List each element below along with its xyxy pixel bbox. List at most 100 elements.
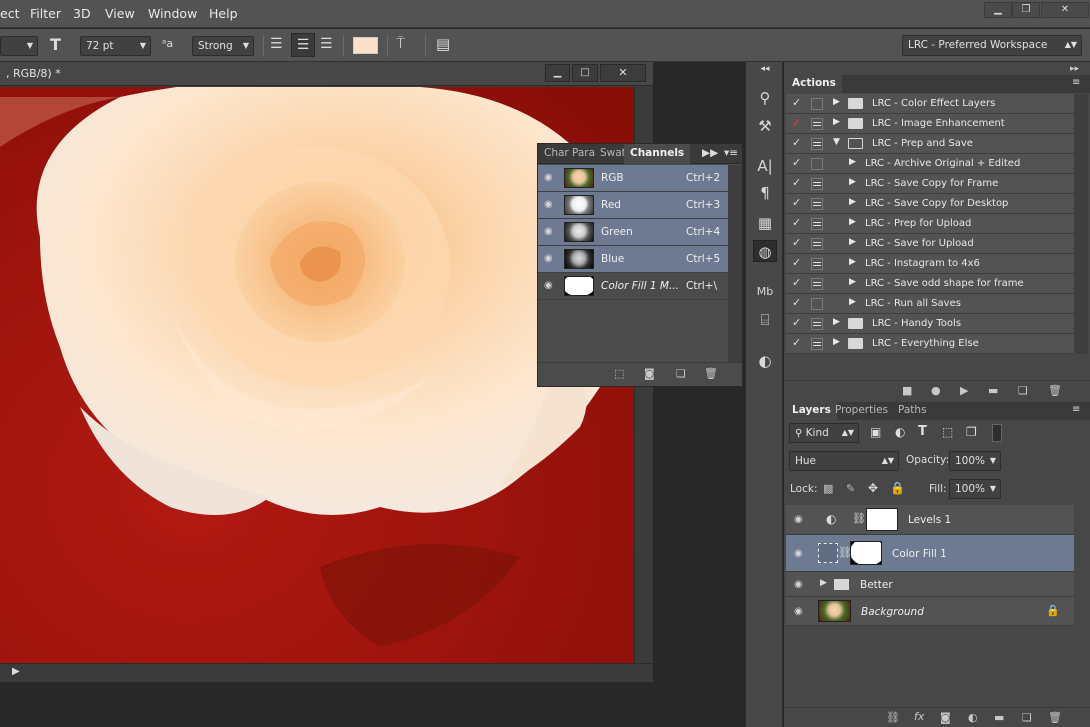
tab-paragraph[interactable]: Para (572, 147, 595, 159)
new-set-icon[interactable]: ▬ (988, 384, 998, 397)
measurement-icon[interactable]: ⌸ (753, 309, 777, 331)
align-left-icon[interactable]: ☰ (270, 36, 283, 52)
character-icon[interactable]: A| (753, 155, 777, 177)
eye-icon[interactable]: ◉ (794, 514, 803, 525)
menu-3d[interactable]: 3D (73, 6, 91, 21)
expand-action-icon[interactable]: ▶ (849, 177, 856, 187)
channel-row-green[interactable]: ◉ Green Ctrl+4 (538, 219, 728, 246)
tab-paths[interactable]: Paths (898, 404, 927, 416)
dialog-toggle-box[interactable] (811, 298, 823, 310)
channels-icon[interactable]: ◍ (753, 240, 777, 262)
layer-row-levels[interactable]: ◉ ◐ ⛓ Levels 1 (786, 505, 1074, 535)
scroll-right-icon[interactable]: ▶ (12, 666, 20, 677)
expand-set-icon[interactable]: ▶ (833, 337, 840, 347)
new-adjustment-icon[interactable]: ◐ (968, 711, 978, 724)
filter-shape-icon[interactable]: ⬚ (942, 425, 953, 439)
action-row[interactable]: ✓ ▶ LRC - Save for Upload (786, 234, 1074, 254)
toggle-check-icon[interactable]: ✓ (792, 216, 801, 229)
menu-help[interactable]: Help (209, 6, 238, 21)
dock-collapse-icon[interactable]: ▸▸ (1070, 64, 1079, 74)
action-row[interactable]: ✓ ▶ LRC - Run all Saves (786, 294, 1074, 314)
expand-action-icon[interactable]: ▶ (849, 257, 856, 267)
warp-text-icon[interactable]: ⍑ (396, 34, 405, 52)
save-selection-icon[interactable]: ◙ (644, 367, 655, 380)
link-layers-icon[interactable]: ⛓ (886, 711, 900, 724)
lock-position-icon[interactable]: ✥ (868, 481, 878, 495)
swatches-icon[interactable]: ▦ (753, 212, 777, 234)
link-icon[interactable]: ⛓ (852, 512, 866, 525)
eye-icon[interactable]: ◉ (544, 281, 556, 291)
actions-menu-icon[interactable]: ≡ (1072, 77, 1080, 88)
new-group-icon[interactable]: ▬ (994, 711, 1004, 724)
add-mask-icon[interactable]: ◙ (940, 711, 951, 724)
toggle-check-icon[interactable]: ✓ (792, 316, 801, 329)
eye-icon[interactable]: ◉ (544, 227, 556, 237)
toggle-check-icon[interactable]: ✓ (792, 236, 801, 249)
layer-mask-thumbnail[interactable] (850, 541, 882, 565)
tool-presets-icon[interactable]: ⚒ (753, 115, 777, 137)
eye-icon[interactable]: ◉ (794, 606, 803, 617)
align-center-icon[interactable]: ☰ (291, 33, 315, 57)
action-set-row[interactable]: ✓ ▶ LRC - Image Enhancement (786, 114, 1074, 134)
expand-action-icon[interactable]: ▶ (849, 297, 856, 307)
tab-actions[interactable]: Actions (786, 75, 842, 93)
layers-menu-icon[interactable]: ≡ (1072, 404, 1080, 415)
font-style-dropdown[interactable]: ▼ (0, 36, 38, 56)
new-action-icon[interactable]: ❏ (1018, 384, 1028, 397)
opacity-field[interactable]: 100% ▼ (949, 451, 1001, 471)
panel-menu-icon[interactable]: ▾≡ (724, 147, 738, 159)
play-icon[interactable]: ▶ (960, 384, 968, 397)
expand-action-icon[interactable]: ▶ (849, 157, 856, 167)
delete-action-icon[interactable]: 🗑 (1048, 384, 1062, 397)
stop-icon[interactable]: ■ (902, 384, 912, 397)
expand-set-icon[interactable]: ▶ (833, 97, 840, 107)
eye-icon[interactable]: ◉ (544, 200, 556, 210)
workspace-dropdown[interactable]: LRC - Preferred Workspace ▲▼ (902, 35, 1082, 56)
dialog-toggle-box[interactable] (811, 258, 823, 270)
character-panel-icon[interactable]: ▤ (436, 35, 450, 53)
fill-layer-icon[interactable] (818, 543, 838, 563)
action-set-row[interactable]: ✓ ▶ LRC - Handy Tools (786, 314, 1074, 334)
dialog-toggle-box[interactable] (811, 338, 823, 350)
layer-style-icon[interactable]: fx (914, 710, 924, 723)
layer-mask-thumbnail[interactable] (866, 508, 898, 531)
filter-smart-object-icon[interactable]: ❐ (966, 425, 977, 439)
delete-channel-icon[interactable]: 🗑 (704, 367, 718, 380)
restore-icon[interactable]: ❐ (1012, 2, 1040, 18)
tab-swatches[interactable]: Swat (600, 147, 626, 159)
dialog-toggle-box[interactable] (811, 198, 823, 210)
expand-action-icon[interactable]: ▶ (849, 277, 856, 287)
toggle-check-icon[interactable]: ✓ (792, 296, 801, 309)
lock-all-icon[interactable]: 🔒 (890, 481, 905, 495)
toggle-check-icon[interactable]: ✓ (792, 116, 801, 129)
dialog-toggle-box[interactable] (811, 178, 823, 190)
layer-row-group-better[interactable]: ◉ ▶ Better (786, 572, 1074, 597)
doc-maximize-icon[interactable]: □ (572, 64, 598, 82)
channel-row-blue[interactable]: ◉ Blue Ctrl+5 (538, 246, 728, 273)
expand-group-icon[interactable]: ▶ (820, 578, 827, 588)
eye-icon[interactable]: ◉ (544, 173, 556, 183)
tab-channels[interactable]: Channels (624, 144, 691, 164)
channel-row-color-fill-mask[interactable]: ◉ Color Fill 1 M... Ctrl+\ (538, 273, 728, 300)
load-selection-icon[interactable]: ⬚ (614, 367, 624, 380)
menu-effect[interactable]: ect (0, 6, 19, 21)
document-titlebar[interactable]: , RGB/8) * ▁ □ ✕ (0, 62, 653, 86)
new-channel-icon[interactable]: ❏ (676, 367, 686, 380)
toggle-check-icon[interactable]: ✓ (792, 336, 801, 349)
action-row[interactable]: ✓ ▶ LRC - Save Copy for Desktop (786, 194, 1074, 214)
action-set-row[interactable]: ✓ ▼ LRC - Prep and Save (786, 134, 1074, 154)
collapse-icon[interactable]: ◂◂ (753, 62, 777, 76)
font-size-dropdown[interactable]: 72 pt ▼ (80, 36, 151, 56)
action-row[interactable]: ✓ ▶ LRC - Save odd shape for frame (786, 274, 1074, 294)
toggle-check-icon[interactable]: ✓ (792, 156, 801, 169)
minimize-icon[interactable]: ▁ (984, 2, 1012, 18)
channels-scrollbar[interactable] (728, 165, 742, 362)
layer-thumbnail[interactable] (818, 600, 851, 622)
expand-set-icon[interactable]: ▶ (833, 117, 840, 127)
panel-expand-icon[interactable]: ▶▶ (702, 147, 718, 159)
tab-layers[interactable]: Layers (786, 402, 837, 420)
eye-icon[interactable]: ◉ (794, 579, 803, 590)
dialog-toggle-box[interactable] (811, 118, 823, 130)
filter-toggle[interactable] (992, 424, 1002, 442)
brush-presets-icon[interactable]: ⚲ (753, 87, 777, 109)
